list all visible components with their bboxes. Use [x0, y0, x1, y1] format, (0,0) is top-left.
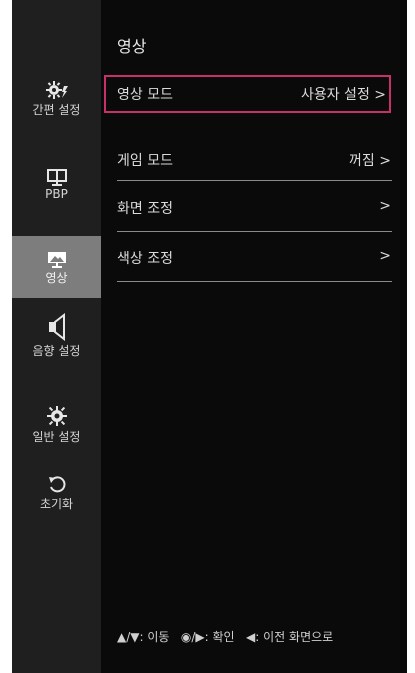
sidebar-item-label: 영상 [45, 271, 68, 285]
main-content: 영상 영상 모드 사용자 설정 > 게임 모드 꺼짐 > 화면 조정 > 색상 … [101, 0, 407, 673]
gear-quick-icon [45, 81, 68, 99]
sidebar-item-quick-settings[interactable]: 간편 설정 [12, 80, 101, 130]
reset-icon [48, 476, 65, 493]
sidebar: 간편 설정 PBP 영상 음향 설정 일반 설정 초기화 [12, 0, 101, 673]
gear-icon [46, 406, 67, 426]
sidebar-item-label: 초기화 [39, 497, 74, 511]
key-guide-back: ◀: 이전 화면으로 [246, 630, 334, 644]
menu-row-color-adjust[interactable]: 색상 조정 > [115, 239, 395, 275]
menu-row-screen-adjust[interactable]: 화면 조정 > [115, 189, 395, 225]
divider [117, 231, 392, 232]
sidebar-item-label: PBP [45, 187, 68, 201]
page-title: 영상 [117, 37, 147, 56]
picture-monitor-icon [47, 252, 66, 268]
divider [117, 180, 392, 181]
menu-row-label: 영상 모드 [117, 87, 173, 103]
sidebar-item-label: 일반 설정 [32, 430, 81, 444]
pbp-monitor-icon [46, 169, 67, 186]
speaker-icon [48, 313, 65, 341]
sidebar-item-label: 음향 설정 [32, 344, 81, 358]
menu-row-label: 색상 조정 [117, 251, 173, 267]
menu-row-value: 사용자 설정 > [300, 87, 386, 103]
osd-panel: 간편 설정 PBP 영상 음향 설정 일반 설정 초기화 영상 영상 모드 사용… [12, 0, 407, 673]
menu-row-label: 게임 모드 [117, 153, 173, 169]
menu-row-value: > [379, 198, 391, 214]
menu-row-label: 화면 조정 [117, 201, 173, 217]
sidebar-item-pbp[interactable]: PBP [12, 168, 101, 218]
key-guide-confirm: ◉/▶: 확인 [180, 630, 235, 644]
sidebar-item-reset[interactable]: 초기화 [12, 474, 101, 524]
sidebar-item-label: 간편 설정 [32, 103, 81, 117]
menu-row-value: > [379, 248, 391, 264]
key-guide-move: ▲/▼: 이동 [117, 630, 170, 644]
menu-row-value: 꺼짐 > [349, 153, 391, 169]
key-guide: ▲/▼: 이동 ◉/▶: 확인 ◀: 이전 화면으로 [117, 628, 333, 645]
menu-row-game-mode[interactable]: 게임 모드 꺼짐 > [115, 141, 395, 177]
menu-row-picture-mode[interactable]: 영상 모드 사용자 설정 > [104, 75, 391, 113]
divider [117, 281, 392, 282]
sidebar-item-picture[interactable]: 영상 [12, 236, 101, 298]
sidebar-item-sound-settings[interactable]: 음향 설정 [12, 313, 101, 375]
sidebar-item-general-settings[interactable]: 일반 설정 [12, 405, 101, 455]
